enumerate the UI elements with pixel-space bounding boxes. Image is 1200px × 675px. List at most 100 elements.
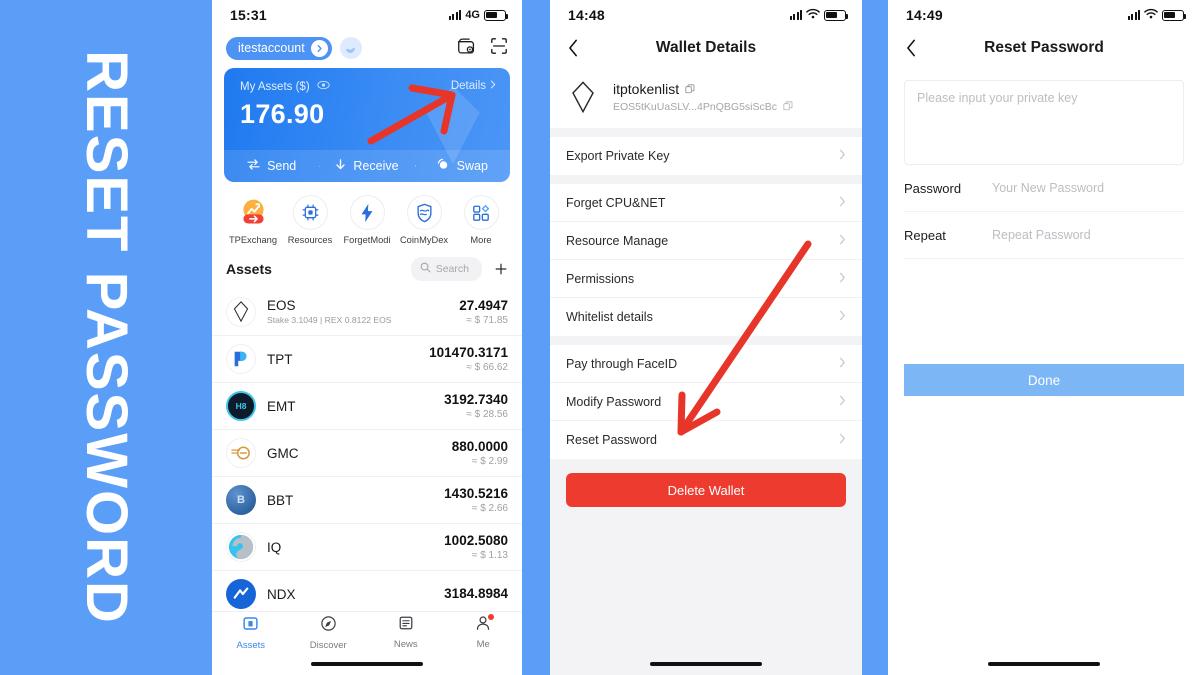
chevron-right-icon [839,393,846,411]
add-asset-button[interactable] [494,262,508,276]
wallet-summary[interactable]: itptokenlist EOS5tKuUaSLV...4PnQBG5siScB… [550,66,862,128]
private-key-input[interactable]: Please input your private key [904,80,1184,165]
caption-panel: RESET PASSWORD [0,0,212,675]
receive-label: Receive [353,159,399,173]
chevron-right-icon [839,194,846,212]
table-row[interactable]: NDX 3184.8984 [212,570,522,611]
menu-group-resources: Forget CPU&NET Resource Manage Permissio… [550,184,862,336]
tpexchange-icon [235,195,271,230]
nav-title: Reset Password [984,39,1104,56]
wallet-scan-icon[interactable] [457,37,476,60]
menu-label: Permissions [566,271,635,286]
gmc-coin-icon [226,438,256,468]
my-assets-label: My Assets ($) [240,80,310,93]
delete-wallet-button[interactable]: Delete Wallet [566,473,846,507]
menu-item-pay-through-faceid[interactable]: Pay through FaceID [550,345,862,383]
menu-group-export: Export Private Key [550,137,862,175]
table-row[interactable]: GMC 880.0000 ≈ $ 2.99 [212,429,522,476]
quick-action-tpexchange[interactable]: TPExchang [226,195,280,245]
tab-news[interactable]: News [367,615,445,650]
wallet-name-row: itptokenlist [613,81,793,97]
copy-icon[interactable] [783,100,793,114]
battery-icon [1162,9,1187,21]
asset-amount: 27.4947 [459,297,508,313]
tab-assets[interactable]: Assets [212,615,290,651]
table-row[interactable]: EOS Stake 3.1049 | REX 0.8122 EOS 27.494… [212,288,522,335]
search-input[interactable]: Search [410,257,482,281]
back-icon[interactable] [900,37,922,59]
status-time: 14:49 [906,7,943,23]
menu-label: Forget CPU&NET [566,195,666,210]
news-icon [398,615,414,636]
chevron-right-icon [490,80,496,92]
asset-usd: ≈ $ 66.62 [466,362,508,373]
copy-icon[interactable] [685,81,695,97]
eos-logo-icon [566,80,600,114]
chevron-right-icon [839,232,846,250]
swap-label: Swap [456,159,488,173]
menu-item-whitelist-details[interactable]: Whitelist details [550,298,862,336]
send-button[interactable]: Send [224,159,319,173]
repeat-password-input[interactable]: Repeat Password [992,228,1184,242]
table-row[interactable]: IQ 1002.5080 ≈ $ 1.13 [212,523,522,570]
menu-label: Export Private Key [566,149,670,163]
quick-action-coinmydex[interactable]: CoinMyDex [397,195,451,245]
receive-button[interactable]: Receive [319,158,414,174]
wallet-details-body: itptokenlist EOS5tKuUaSLV...4PnQBG5siScB… [550,66,862,675]
menu-item-export-private-key[interactable]: Export Private Key [550,137,862,175]
battery-icon [484,9,509,21]
menu-label: Pay through FaceID [566,356,678,371]
chevron-right-icon [839,431,846,449]
menu-label: Modify Password [566,394,662,409]
menu-item-forget-cpu-net[interactable]: Forget CPU&NET [550,184,862,222]
account-chip[interactable]: itestaccount [226,36,332,60]
password-input[interactable]: Your New Password [992,181,1184,195]
password-label: Password [904,180,962,196]
network-label: 4G [465,9,480,21]
quick-action-forgetmodi[interactable]: ForgetModi [340,195,394,245]
signal-icon [789,10,802,20]
phone-screen-reset-password: 14:49 Reset Password Please input your p… [888,0,1200,675]
assets-header: itestaccount [212,30,522,68]
wifi-icon [1144,6,1158,24]
chevron-right-icon [839,308,846,326]
menu-item-permissions[interactable]: Permissions [550,260,862,298]
card-actions: Send Receive Swap [224,150,510,182]
table-row[interactable]: H8 EMT 3192.7340 ≈ $ 28.56 [212,382,522,429]
password-field-row: Password Your New Password [904,165,1184,212]
swap-button[interactable]: Swap [414,158,510,174]
menu-item-resource-manage[interactable]: Resource Manage [550,222,862,260]
status-icons: 4G [448,9,509,21]
table-row[interactable]: B BBT 1430.5216 ≈ $ 2.66 [212,476,522,523]
asset-symbol: GMC [267,445,299,461]
status-bar: 15:31 4G [212,0,522,30]
nav-bar: Reset Password [888,30,1200,66]
done-button[interactable]: Done [904,364,1184,396]
eye-icon[interactable] [317,80,330,93]
quick-action-label: Resources [287,235,333,245]
screenshot-stage: RESET PASSWORD 15:31 4G itestaccount My … [0,0,1200,675]
quick-action-resources[interactable]: Resources [283,195,337,245]
account-name: itestaccount [238,41,305,55]
bbt-coin-icon: B [226,485,256,515]
tab-discover[interactable]: Discover [290,615,368,651]
status-bar: 14:49 [888,0,1200,30]
qr-scan-icon[interactable] [490,37,508,60]
nav-bar: Wallet Details [550,30,862,66]
table-row[interactable]: TPT 101470.3171 ≈ $ 66.62 [212,335,522,382]
menu-item-modify-password[interactable]: Modify Password [550,383,862,421]
signal-icon [448,10,462,20]
signal-icon [1127,10,1140,20]
avatar[interactable] [339,37,362,59]
menu-item-reset-password[interactable]: Reset Password [550,421,862,459]
home-indicator [904,653,1184,675]
quick-action-more[interactable]: More [454,195,508,245]
wallet-address-row: EOS5tKuUaSLV...4PnQBG5siScBc [613,100,793,114]
tab-me[interactable]: Me [445,614,523,650]
send-icon [247,159,260,173]
asset-usd: ≈ $ 2.66 [471,503,508,514]
grid-icon [463,195,499,230]
back-icon[interactable] [562,37,584,59]
tab-label: News [393,639,418,650]
asset-amount: 880.0000 [451,439,508,454]
